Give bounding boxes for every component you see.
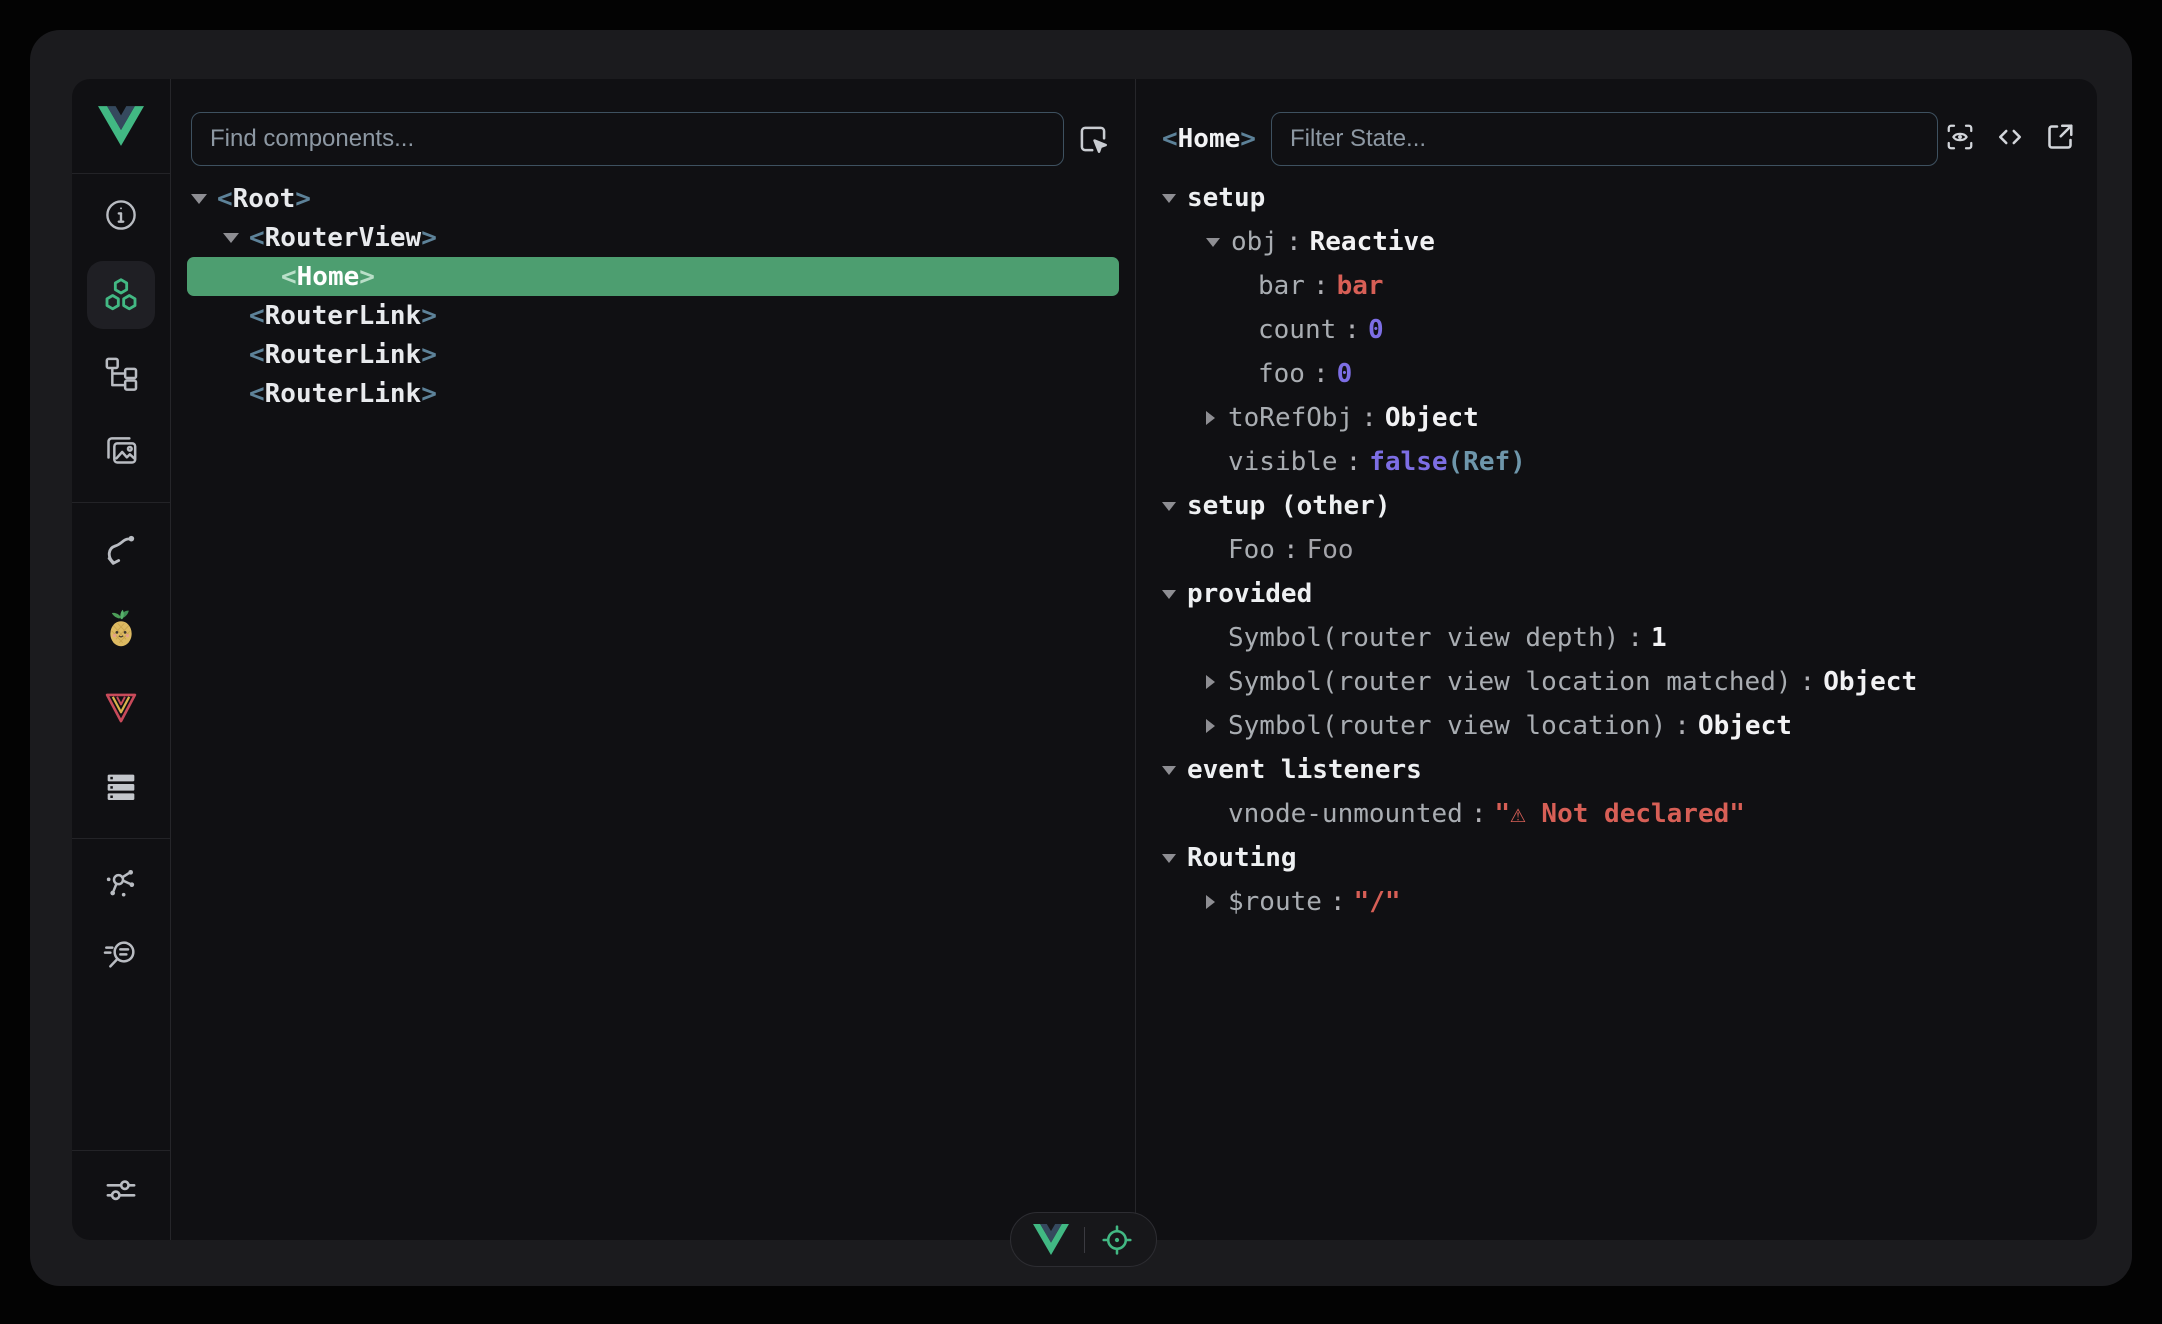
tree-node-routerlink[interactable]: <RouterLink> <box>187 374 1119 413</box>
expand-arrow-icon[interactable] <box>1206 411 1215 425</box>
expand-arrow-icon[interactable] <box>1206 719 1215 733</box>
collapse-arrow-icon[interactable] <box>1162 854 1176 863</box>
state-tree: setupobj:Reactivebar:barcount:0foo:0toRe… <box>1136 176 2097 924</box>
tree-node-routerview[interactable]: <RouterView> <box>187 218 1119 257</box>
vue-plugin-icon[interactable] <box>101 690 141 726</box>
state-row-obj[interactable]: obj:Reactive <box>1136 220 2097 264</box>
state-row-symbol-router-view-depth-: Symbol(router view depth):1 <box>1136 616 2097 660</box>
state-section-routing[interactable]: Routing <box>1136 836 2097 880</box>
component-name: Home <box>1178 124 1241 154</box>
components-panel: <Root><RouterView><Home><RouterLink><Rou… <box>171 79 1136 1240</box>
component-tree: <Root><RouterView><Home><RouterLink><Rou… <box>171 179 1135 413</box>
inspector-icon[interactable] <box>101 935 141 975</box>
settings-icon[interactable] <box>100 1169 142 1211</box>
state-row-symbol-router-view-location-matched-[interactable]: Symbol(router view location matched):Obj… <box>1136 660 2097 704</box>
state-row-vnode-unmounted: vnode-unmounted:"⚠ Not declared" <box>1136 792 2097 836</box>
bracket-close: > <box>1240 124 1256 154</box>
expand-arrow-icon[interactable] <box>191 194 207 204</box>
collapse-arrow-icon[interactable] <box>1162 590 1176 599</box>
toolbar-divider <box>1084 1227 1085 1253</box>
vue-logo <box>72 79 170 174</box>
filter-state-input[interactable] <box>1271 112 1938 166</box>
state-section-setup[interactable]: setup <box>1136 176 2097 220</box>
select-component-icon[interactable] <box>1074 120 1112 163</box>
state-row-torefobj[interactable]: toRefObj:Object <box>1136 396 2097 440</box>
stack-icon[interactable] <box>101 767 141 807</box>
state-row-bar: bar:bar <box>1136 264 2097 308</box>
expand-arrow-icon[interactable] <box>1206 895 1215 909</box>
find-components-input[interactable] <box>191 112 1064 166</box>
state-row-symbol-router-view-location-[interactable]: Symbol(router view location):Object <box>1136 704 2097 748</box>
bracket-open: < <box>1162 124 1178 154</box>
assets-icon[interactable] <box>101 430 141 470</box>
pinia-icon[interactable] <box>100 608 142 652</box>
state-header-icons <box>1942 119 2078 160</box>
state-panel: <Home> <box>1136 79 2097 1240</box>
vue-toolbar-icon[interactable] <box>1033 1224 1069 1255</box>
graph-icon[interactable] <box>101 863 141 903</box>
tree-node-routerlink[interactable]: <RouterLink> <box>187 296 1119 335</box>
expand-arrow-icon[interactable] <box>1206 675 1215 689</box>
components-icon[interactable] <box>87 261 155 329</box>
state-row-foo: Foo:Foo <box>1136 528 2097 572</box>
selected-component-label: <Home> <box>1162 112 1256 166</box>
inspect-dom-icon[interactable] <box>1942 119 1978 160</box>
expand-arrow-icon[interactable] <box>223 233 239 243</box>
collapse-arrow-icon[interactable] <box>1162 502 1176 511</box>
open-external-icon[interactable] <box>2042 119 2078 160</box>
expand-arrow-icon[interactable] <box>1206 238 1220 247</box>
tree-node-root[interactable]: <Root> <box>187 179 1119 218</box>
floating-toolbar <box>1010 1212 1157 1267</box>
sidebar <box>72 79 171 1240</box>
state-section-provided[interactable]: provided <box>1136 572 2097 616</box>
devtools-window: <Root><RouterView><Home><RouterLink><Rou… <box>30 30 2132 1286</box>
state-row-visible: visible:false(Ref) <box>1136 440 2097 484</box>
collapse-arrow-icon[interactable] <box>1162 766 1176 775</box>
state-row-$route[interactable]: $route:"/" <box>1136 880 2097 924</box>
state-row-foo: foo:0 <box>1136 352 2097 396</box>
state-section-setup-other-[interactable]: setup (other) <box>1136 484 2097 528</box>
state-row-count: count:0 <box>1136 308 2097 352</box>
state-section-event-listeners[interactable]: event listeners <box>1136 748 2097 792</box>
collapse-arrow-icon[interactable] <box>1162 194 1176 203</box>
pages-tree-icon[interactable] <box>101 353 141 393</box>
locate-component-icon[interactable] <box>1100 1223 1134 1257</box>
router-icon[interactable] <box>101 529 141 569</box>
info-icon[interactable] <box>102 196 140 234</box>
devtools-panel: <Root><RouterView><Home><RouterLink><Rou… <box>72 79 2097 1240</box>
tree-node-home[interactable]: <Home> <box>187 257 1119 296</box>
open-in-editor-icon[interactable] <box>1992 119 2028 160</box>
tree-node-routerlink[interactable]: <RouterLink> <box>187 335 1119 374</box>
